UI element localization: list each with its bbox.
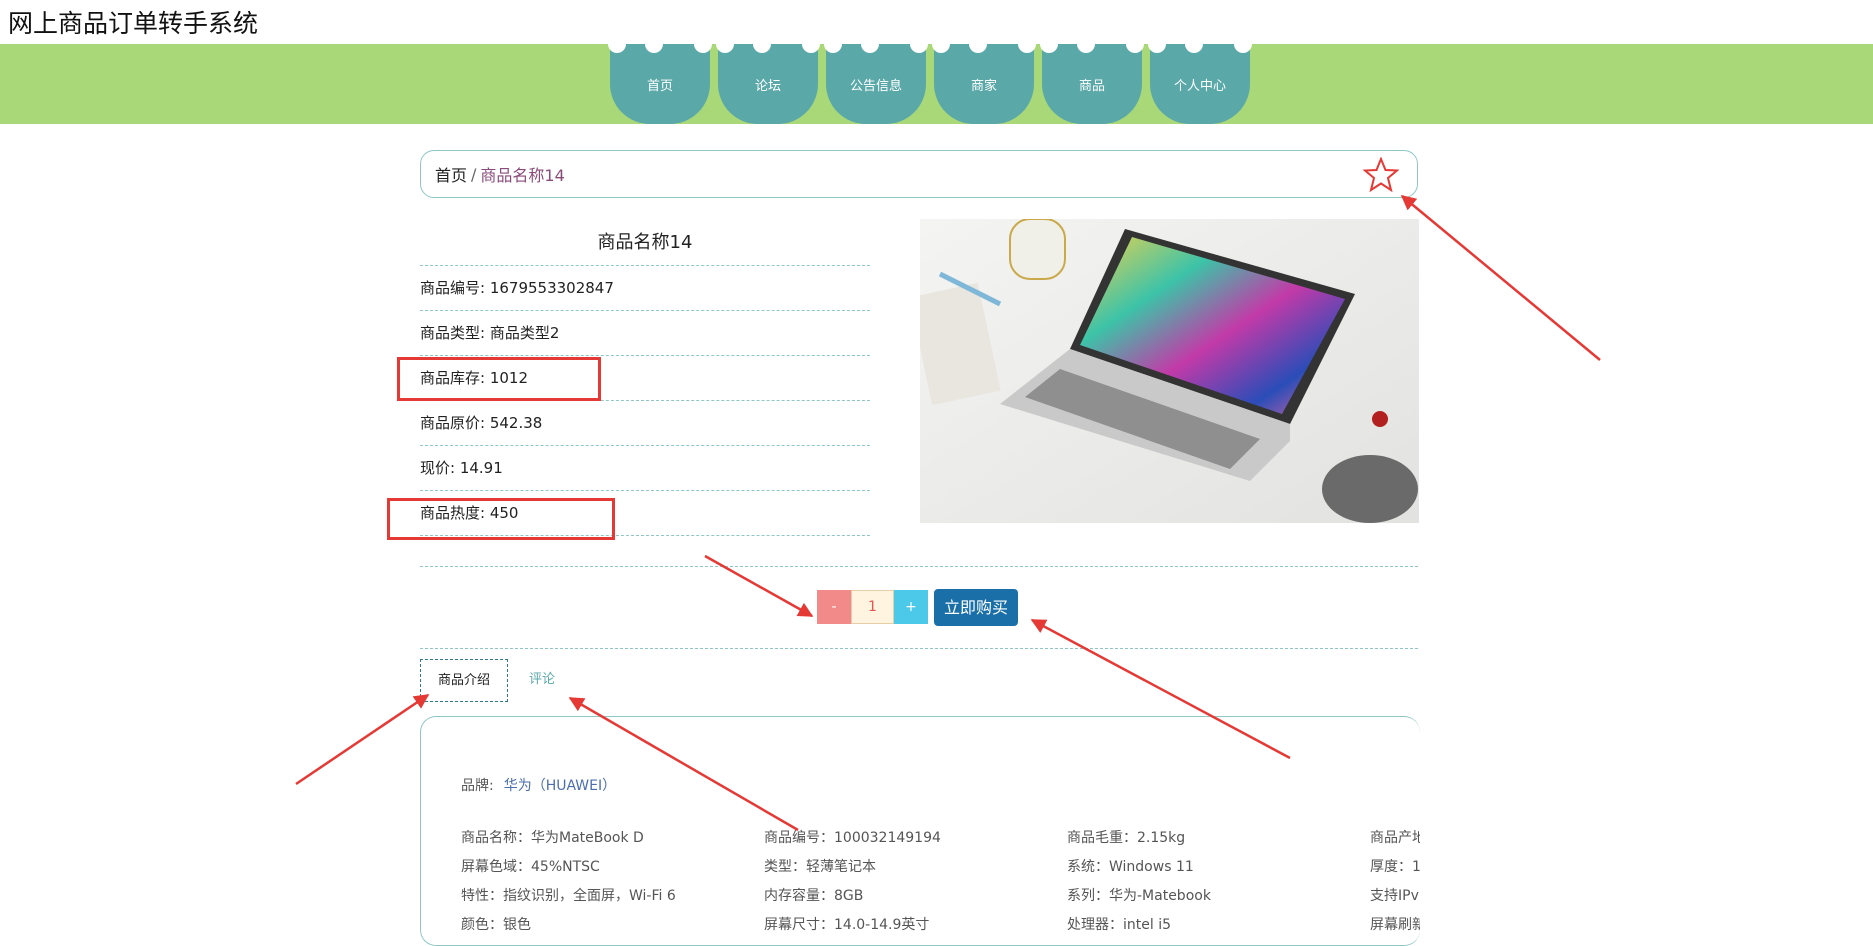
divider (420, 648, 1418, 649)
spec-item: 屏幕刷新 (1370, 917, 1420, 933)
quantity-stepper: - 1 + (817, 590, 928, 624)
spec-item: 屏幕色域：45%NTSC (461, 859, 600, 875)
spec-item: 颜色：银色 (461, 917, 531, 933)
spec-item: 内存容量：8GB (764, 888, 864, 904)
spec-item: 支持IPv (1370, 888, 1419, 904)
annotation-box-stock (397, 357, 601, 401)
spec-item: 系统：Windows 11 (1067, 859, 1194, 875)
spec-item: 厚度：1 (1370, 859, 1420, 875)
spec-item: 屏幕尺寸：14.0-14.9英寸 (764, 917, 930, 933)
breadcrumb-separator: / (471, 164, 477, 184)
breadcrumb-current: 商品名称14 (480, 166, 565, 185)
nav-item-products[interactable]: 商品 (1040, 35, 1144, 124)
app-title: 网上商品订单转手系统 (8, 9, 259, 38)
divider (420, 566, 1418, 567)
product-title: 商品名称14 (420, 220, 870, 266)
breadcrumb: 首页 / 商品名称14 (420, 150, 1418, 198)
annotation-arrow (295, 693, 430, 786)
product-original-price-row: 商品原价: 542.38 (420, 401, 870, 446)
tab-comments[interactable]: 评论 (508, 659, 576, 702)
annotation-arrow (1400, 195, 1601, 361)
detail-tabs: 商品介绍 评论 (420, 659, 576, 702)
nav-item-home[interactable]: 首页 (608, 35, 712, 124)
brand-label: 品牌: (461, 778, 494, 794)
product-image (920, 219, 1419, 523)
product-type-row: 商品类型: 商品类型2 (420, 311, 870, 356)
spec-item: 商品产地 (1370, 830, 1420, 846)
quantity-decrease-button[interactable]: - (817, 590, 851, 624)
spec-item: 处理器：intel i5 (1067, 917, 1172, 933)
quantity-increase-button[interactable]: + (894, 590, 928, 624)
product-current-price-row: 现价: 14.91 (420, 446, 870, 491)
annotation-arrow (704, 554, 814, 618)
spec-item: 商品名称：华为MateBook D (461, 830, 644, 846)
spec-grid: 商品名称：华为MateBook D 商品编号：100032149194 商品毛重… (461, 828, 1420, 935)
nav-item-merchants[interactable]: 商家 (932, 35, 1036, 124)
brand-link[interactable]: 华为（HUAWEI） (504, 778, 616, 794)
favorite-star-icon[interactable] (1363, 157, 1399, 193)
main-nav: 首页 论坛 公告信息 商家 商品 个人中心 (608, 35, 1252, 124)
spec-item: 商品编号：100032149194 (764, 830, 941, 846)
buy-now-button[interactable]: 立即购买 (934, 589, 1018, 626)
breadcrumb-home-link[interactable]: 首页 (435, 162, 467, 186)
quantity-input[interactable]: 1 (851, 590, 894, 624)
spec-item: 系列：华为-Matebook (1067, 888, 1211, 904)
spec-item: 商品毛重：2.15kg (1067, 830, 1186, 846)
nav-item-announcements[interactable]: 公告信息 (824, 35, 928, 124)
product-id-row: 商品编号: 1679553302847 (420, 266, 870, 311)
nav-item-profile[interactable]: 个人中心 (1148, 35, 1252, 124)
annotation-box-popularity (387, 498, 615, 540)
nav-item-forum[interactable]: 论坛 (716, 35, 820, 124)
spec-item: 类型：轻薄笔记本 (764, 859, 876, 875)
product-detail-panel: 品牌: 华为（HUAWEI） 商品名称：华为MateBook D 商品编号：100… (420, 716, 1420, 946)
spec-item: 特性：指纹识别，全面屏，Wi-Fi 6 (461, 888, 676, 904)
tab-product-intro[interactable]: 商品介绍 (420, 659, 508, 702)
brand-row: 品牌: 华为（HUAWEI） (461, 775, 616, 795)
